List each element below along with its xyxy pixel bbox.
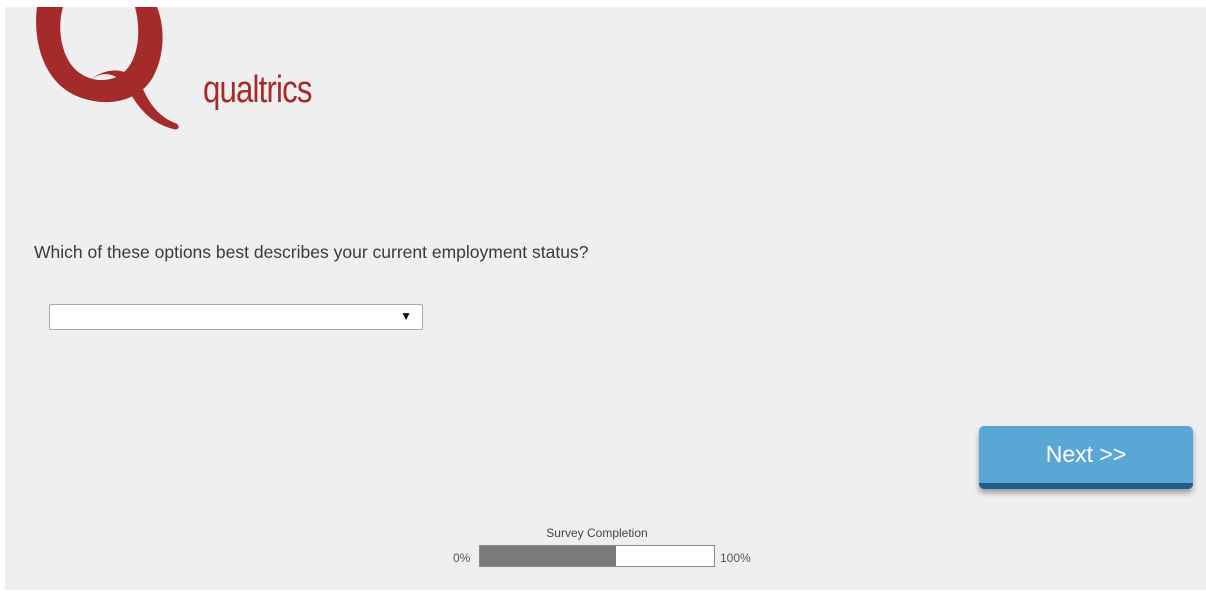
q-logo-icon: [36, 7, 179, 130]
progress-bar-fill: [480, 546, 616, 566]
progress-label: Survey Completion: [546, 526, 648, 540]
employment-status-select[interactable]: ▼: [49, 304, 423, 330]
qualtrics-logo: qualtrics: [33, 7, 323, 135]
question-text: Which of these options best describes yo…: [34, 242, 589, 262]
progress-bar: [479, 545, 715, 567]
survey-page: qualtrics Which of these options best de…: [5, 7, 1206, 590]
dropdown-arrow-icon: ▼: [400, 309, 412, 323]
next-button[interactable]: Next >>: [979, 426, 1193, 489]
logo-wordmark: qualtrics: [203, 69, 312, 111]
progress-start-label: 0%: [453, 551, 471, 565]
progress-end-label: 100%: [720, 551, 751, 565]
